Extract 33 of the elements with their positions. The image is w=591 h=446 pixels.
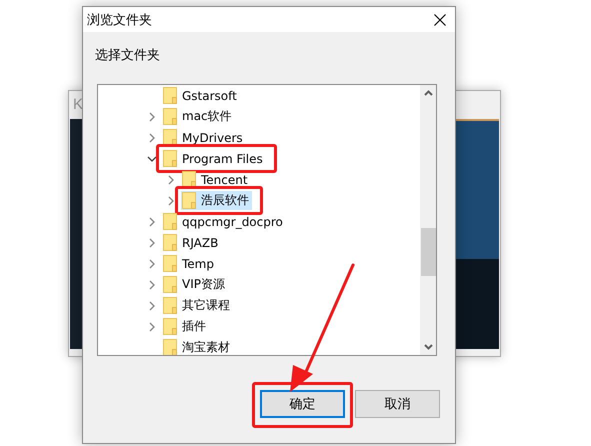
prompt-text: 选择文件夹 — [95, 47, 161, 64]
folder-icon — [163, 318, 178, 335]
folder-icon — [163, 213, 178, 230]
tree-item[interactable]: 插件 — [162, 317, 209, 336]
folder-icon — [163, 297, 178, 314]
tree-item[interactable]: qqpcmgr_docpro — [162, 212, 286, 231]
tree-item[interactable]: 浩辰软件 — [181, 191, 252, 210]
tree-item[interactable]: Temp — [162, 254, 217, 273]
folder-icon — [163, 87, 178, 104]
scroll-thumb[interactable] — [420, 228, 436, 276]
scrollbar[interactable] — [420, 85, 436, 355]
folder-icon — [163, 129, 178, 146]
window-title: K — [73, 96, 84, 114]
tree-item[interactable]: Tencent — [181, 170, 251, 189]
ok-button[interactable]: 确定 — [260, 390, 345, 418]
tree-item[interactable]: mac软件 — [162, 107, 235, 126]
tree-item[interactable]: Program Files — [162, 149, 266, 168]
folder-icon — [163, 255, 178, 272]
folder-icon — [182, 171, 197, 188]
tree-item[interactable]: RJAZB — [162, 233, 222, 252]
folder-icon — [182, 192, 197, 209]
tree-item[interactable]: Gstarsoft — [162, 86, 240, 105]
folder-icon — [163, 339, 178, 355]
tree-item[interactable]: VIP资源 — [162, 275, 228, 294]
dialog-title: 浏览文件夹 — [87, 12, 152, 28]
tree-item[interactable]: 淘宝素材 — [162, 338, 233, 355]
tree-item[interactable]: MyDrivers — [162, 128, 246, 147]
folder-icon — [163, 276, 178, 293]
folder-icon — [163, 108, 178, 125]
folder-icon — [163, 234, 178, 251]
cancel-button[interactable]: 取消 — [355, 390, 440, 418]
tree-item[interactable]: 其它课程 — [162, 296, 233, 315]
folder-icon — [163, 150, 178, 167]
